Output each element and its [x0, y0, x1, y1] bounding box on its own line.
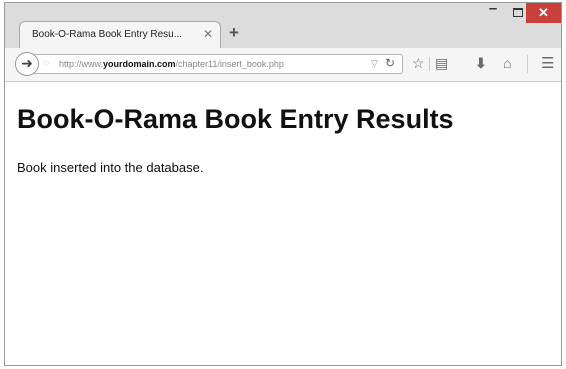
- back-arrow-icon: ➜: [21, 55, 33, 71]
- reload-icon[interactable]: ↻: [385, 56, 395, 70]
- url-bar[interactable]: ◌ http://www.yourdomain.com/chapter11/in…: [33, 54, 403, 74]
- menu-icon[interactable]: ☰: [541, 54, 554, 72]
- browser-window: Book-O-Rama Book Entry Resu... ✕ + – ✕ ◌…: [4, 0, 562, 366]
- status-message: Book inserted into the database.: [17, 160, 204, 175]
- new-tab-button[interactable]: +: [229, 23, 239, 43]
- url-text[interactable]: http://www.yourdomain.com/chapter11/inse…: [59, 59, 284, 69]
- url-dropdown-icon[interactable]: ▽: [371, 58, 378, 69]
- close-icon[interactable]: ✕: [203, 27, 213, 41]
- home-icon[interactable]: ⌂: [503, 55, 511, 71]
- url-scheme: http://www.: [59, 59, 104, 69]
- page-content: Book-O-Rama Book Entry Results Book inse…: [5, 82, 561, 365]
- site-identity-icon[interactable]: ◌: [43, 58, 49, 69]
- title-bar: Book-O-Rama Book Entry Resu... ✕ + – ✕: [5, 0, 561, 49]
- maximize-icon: [513, 8, 523, 17]
- page-title: Book-O-Rama Book Entry Results: [17, 104, 454, 134]
- reading-list-icon[interactable]: ▤: [435, 55, 448, 72]
- tab-active[interactable]: Book-O-Rama Book Entry Resu... ✕: [19, 21, 221, 49]
- toolbar-divider: [527, 55, 528, 73]
- url-path: /chapter11/insert_book.php: [175, 59, 284, 69]
- toolbar-divider: [429, 57, 430, 71]
- back-button[interactable]: ➜: [15, 52, 39, 76]
- navigation-toolbar: ◌ http://www.yourdomain.com/chapter11/in…: [5, 48, 561, 82]
- bookmark-star-icon[interactable]: ☆: [412, 55, 425, 72]
- download-icon[interactable]: ⬇: [475, 55, 487, 72]
- close-window-button[interactable]: ✕: [526, 3, 561, 23]
- url-domain: yourdomain.com: [103, 59, 176, 69]
- tab-title: Book-O-Rama Book Entry Resu...: [32, 29, 183, 40]
- minimize-button[interactable]: –: [481, 0, 505, 20]
